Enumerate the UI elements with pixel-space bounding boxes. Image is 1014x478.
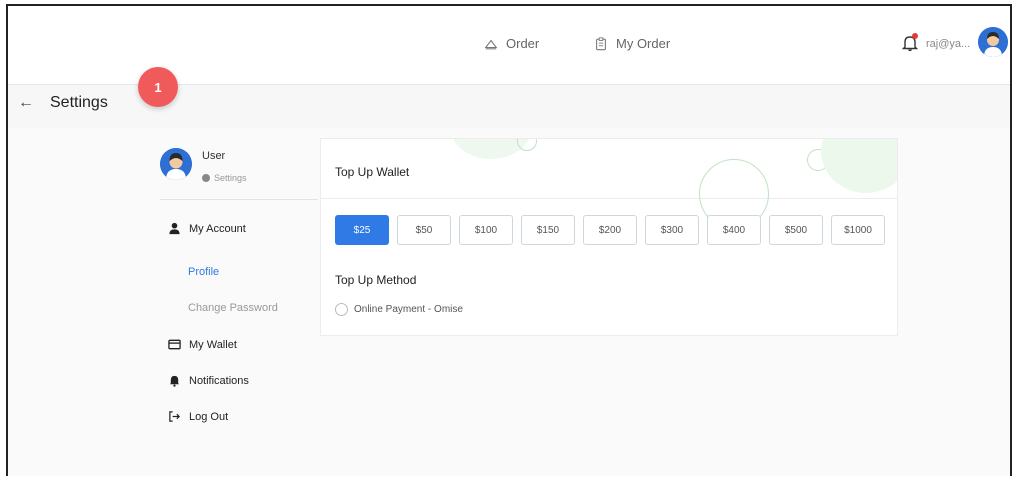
amount-button-200[interactable]: $200	[583, 215, 637, 245]
top-up-wallet-title: Top Up Wallet	[335, 165, 410, 179]
amount-button-500[interactable]: $500	[769, 215, 823, 245]
top-up-wallet-card: Top Up Wallet $25 $50 $100 $150 $200 $30…	[320, 138, 898, 336]
app-window: Order My Order raj@ya... ← Settings 1 Us…	[6, 4, 1012, 476]
clipboard-icon	[596, 36, 606, 50]
amount-button-25[interactable]: $25	[335, 215, 389, 245]
radio-button[interactable]	[335, 303, 348, 316]
avatar	[160, 148, 192, 180]
logout-icon	[169, 411, 180, 422]
amount-button-400[interactable]: $400	[707, 215, 761, 245]
amount-button-150[interactable]: $150	[521, 215, 575, 245]
sidebar-user-name: User	[202, 150, 226, 162]
nav-my-order[interactable]: My Order	[594, 36, 670, 51]
user-email[interactable]: raj@ya...	[926, 38, 970, 50]
step-badge: 1	[138, 67, 178, 107]
sidebar-user-card: User Settings	[160, 138, 318, 200]
amount-button-50[interactable]: $50	[397, 215, 451, 245]
amount-options: $25 $50 $100 $150 $200 $300 $400 $500 $1…	[335, 215, 885, 245]
payment-option-label: Online Payment - Omise	[354, 304, 463, 315]
sidebar-item-my-account[interactable]: My Account	[168, 222, 246, 235]
sidebar-item-label: Notifications	[189, 374, 249, 387]
decorative-circle	[821, 139, 897, 193]
sidebar-item-my-wallet[interactable]: My Wallet	[168, 338, 237, 351]
sidebar-item-notifications[interactable]: Notifications	[168, 374, 249, 387]
sidebar-item-label: Log Out	[189, 410, 229, 423]
sidebar: User Settings My Account Profile Change …	[160, 138, 318, 423]
gear-icon	[202, 174, 210, 182]
page-title: Settings	[50, 94, 108, 111]
sidebar-user-sub-label: Settings	[214, 173, 247, 183]
user-icon	[169, 222, 180, 235]
avatar[interactable]	[978, 27, 1008, 57]
sidebar-item-label: My Account	[189, 222, 246, 235]
back-arrow-icon[interactable]: ←	[18, 94, 34, 112]
amount-button-1000[interactable]: $1000	[831, 215, 885, 245]
payment-option-omise[interactable]: Online Payment - Omise	[335, 303, 463, 316]
nav-my-order-label: My Order	[616, 36, 671, 51]
nav-order[interactable]: Order	[484, 36, 539, 51]
sidebar-item-change-password[interactable]: Change Password	[188, 302, 278, 314]
home-icon	[484, 39, 498, 49]
card-header: Top Up Wallet	[321, 139, 897, 229]
top-up-method-title: Top Up Method	[335, 273, 417, 287]
sidebar-item-label: My Wallet	[189, 338, 237, 351]
nav-order-label: Order	[506, 36, 540, 51]
sidebar-item-log-out[interactable]: Log Out	[168, 410, 228, 423]
sidebar-user-subtitle: Settings	[202, 173, 247, 183]
notification-dot	[912, 33, 918, 39]
amount-button-100[interactable]: $100	[459, 215, 513, 245]
amount-button-300[interactable]: $300	[645, 215, 699, 245]
wallet-icon	[168, 339, 181, 350]
bell-icon	[169, 375, 180, 387]
sidebar-item-profile[interactable]: Profile	[188, 266, 219, 278]
